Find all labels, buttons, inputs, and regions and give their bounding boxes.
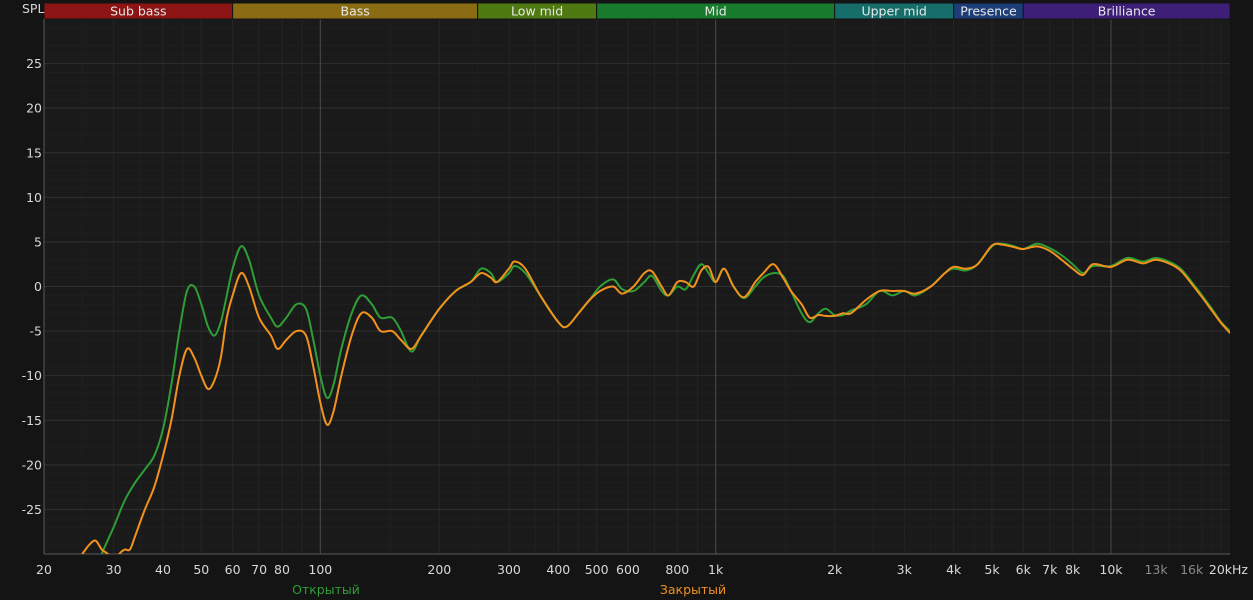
y-tick-label: 5 — [34, 234, 42, 249]
frequency-response-chart: Sub bass Bass Low mid Mid Upper mid Presence B… — [0, 0, 1253, 600]
y-tick-label: 20 — [26, 101, 42, 116]
y-tick-label: 10 — [26, 190, 42, 205]
x-tick-label: 40 — [155, 562, 171, 577]
x-tick-label: 20kHz — [1209, 562, 1249, 577]
x-tick-label: 800 — [665, 562, 689, 577]
x-tick-label: 100 — [308, 562, 332, 577]
x-tick-label: 1k — [708, 562, 724, 577]
x-tick-label: 5k — [984, 562, 1000, 577]
x-tick-label: 2k — [827, 562, 843, 577]
y-tick-label: 15 — [26, 145, 42, 160]
band-label: Sub bass — [110, 4, 166, 19]
x-tick-label: 60 — [225, 562, 241, 577]
y-tick-label: -20 — [22, 457, 42, 472]
chart-svg: Sub bass Bass Low mid Mid Upper mid Presence B… — [22, 1, 1249, 597]
x-tick-label: 600 — [616, 562, 640, 577]
x-tick-label: 7k — [1042, 562, 1058, 577]
x-tick-label: 400 — [546, 562, 570, 577]
y-axis-label: SPL — [22, 1, 44, 16]
x-tick-label: 4k — [946, 562, 962, 577]
x-tick-label: 300 — [497, 562, 521, 577]
x-tick-label: 200 — [427, 562, 451, 577]
x-tick-label: 80 — [274, 562, 290, 577]
x-tick-label: 20 — [36, 562, 52, 577]
x-tick-label: 13k — [1144, 562, 1168, 577]
y-tick-label: -15 — [22, 413, 42, 428]
y-tick-label: -10 — [22, 368, 42, 383]
band-label: Presence — [960, 4, 1017, 19]
x-tick-label: 30 — [106, 562, 122, 577]
x-tick-label: 10k — [1099, 562, 1123, 577]
y-tick-label: 25 — [26, 56, 42, 71]
x-tick-label: 50 — [193, 562, 209, 577]
band-label: Bass — [341, 4, 370, 19]
x-tick-label: 500 — [585, 562, 609, 577]
legend-entry: Открытый — [292, 582, 360, 597]
x-tick-label: 16k — [1180, 562, 1204, 577]
x-tick-label: 70 — [251, 562, 267, 577]
x-tick-label: 8k — [1065, 562, 1081, 577]
y-tick-label: 0 — [34, 279, 42, 294]
y-tick-label: -25 — [22, 502, 42, 517]
legend-entry: Закрытый — [660, 582, 726, 597]
x-tick-label: 3k — [897, 562, 913, 577]
band-label: Low mid — [511, 4, 563, 19]
band-label: Mid — [705, 4, 727, 19]
y-tick-label: -5 — [30, 324, 42, 339]
x-tick-label: 6k — [1016, 562, 1032, 577]
band-label: Brilliance — [1098, 4, 1156, 19]
band-label: Upper mid — [861, 4, 926, 19]
